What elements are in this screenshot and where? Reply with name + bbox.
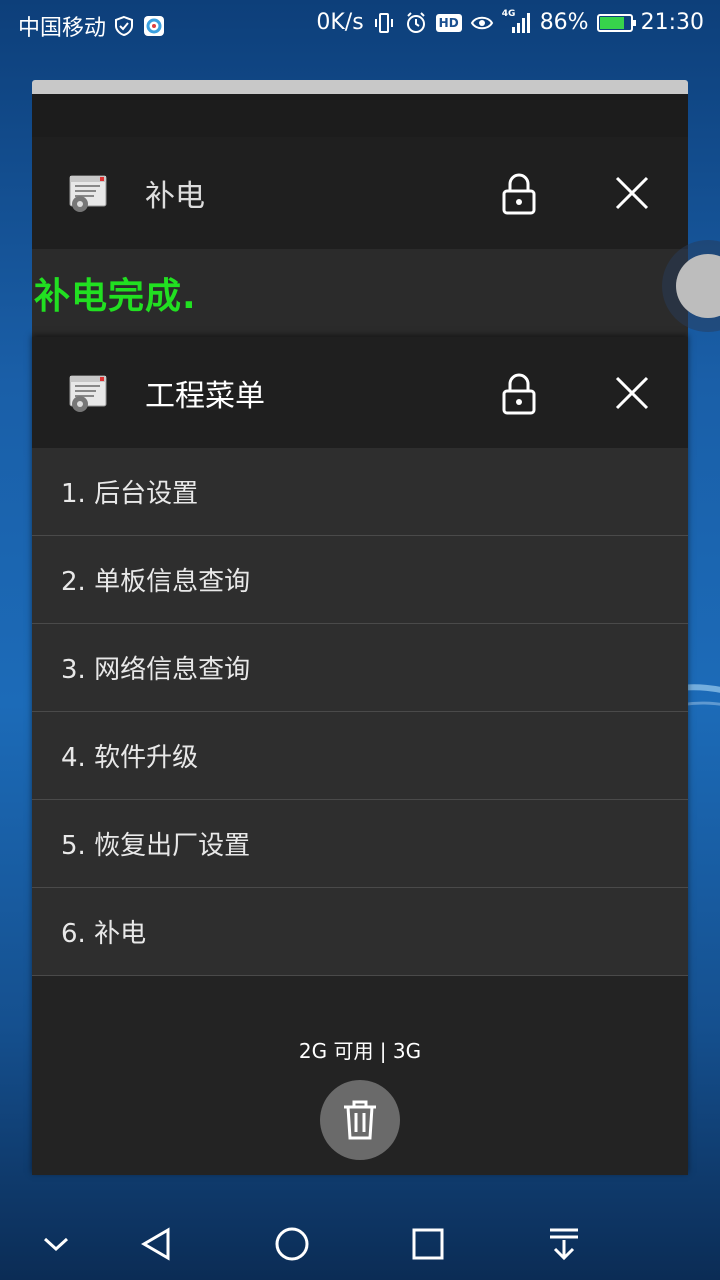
back-icon <box>141 1227 170 1261</box>
status-message: 补电完成. <box>34 276 197 317</box>
card-header: 工程菜单 <box>32 337 688 448</box>
menu-item-software-upgrade[interactable]: 4. 软件升级 <box>32 712 688 800</box>
card-title: 补电 <box>145 179 205 214</box>
menu-item-recharge[interactable]: 6. 补电 <box>32 888 688 976</box>
engineering-menu-list: 1. 后台设置 2. 单板信息查询 3. 网络信息查询 4. 软件升级 5. 恢… <box>32 448 688 976</box>
menu-item-background-settings[interactable]: 1. 后台设置 <box>32 448 688 536</box>
menu-item-board-info[interactable]: 2. 单板信息查询 <box>32 536 688 624</box>
home-icon <box>275 1227 309 1261</box>
pull-down-notification-icon <box>550 1228 578 1261</box>
card-header: 补电 <box>32 137 688 249</box>
battery-fill <box>599 16 624 29</box>
clock: 21:30 <box>640 10 704 35</box>
recent-app-card[interactable]: 补电 补电完成. <box>32 137 688 357</box>
recent-card-background[interactable] <box>32 80 688 140</box>
recent-card-background-header <box>32 94 688 140</box>
recent-app-card[interactable]: 工程菜单 1. 后台设置 2. 单板信息查询 3. 网络信息查询 4. 软件升级… <box>32 337 688 1175</box>
app-icon <box>69 175 107 212</box>
clear-all-button[interactable] <box>320 1080 400 1160</box>
hide-navbar-button[interactable] <box>36 1224 76 1264</box>
close-icon[interactable] <box>612 173 652 213</box>
eye-comfort-icon <box>470 16 493 29</box>
memory-info: 2G 可用 | 3G <box>298 1039 422 1063</box>
hd-icon: HD <box>435 13 462 32</box>
trash-icon <box>344 1100 376 1140</box>
status-bar: 中国移动 0K/s HD 4G 86% 21:30 <box>0 0 720 50</box>
notification-shade-button[interactable] <box>544 1224 584 1264</box>
lock-icon[interactable] <box>499 371 539 415</box>
shield-icon <box>115 15 134 37</box>
menu-item-network-info[interactable]: 3. 网络信息查询 <box>32 624 688 712</box>
app-notification-icon <box>144 16 165 36</box>
lock-icon[interactable] <box>499 171 539 215</box>
battery-percent: 86% <box>539 10 589 35</box>
net-speed: 0K/s <box>316 10 364 35</box>
alarm-icon <box>406 11 425 33</box>
battery-icon <box>596 13 636 32</box>
card-title: 工程菜单 <box>145 378 265 414</box>
signal-icon: 4G <box>502 9 532 35</box>
navigation-bar <box>0 1208 720 1280</box>
close-icon[interactable] <box>612 373 652 413</box>
home-button[interactable] <box>272 1224 312 1264</box>
recents-icon <box>412 1228 444 1260</box>
carrier-name: 中国移动 <box>18 16 107 41</box>
back-button[interactable] <box>136 1224 176 1264</box>
menu-item-factory-reset[interactable]: 5. 恢复出厂设置 <box>32 800 688 888</box>
app-icon <box>69 375 107 412</box>
vibrate-icon <box>374 12 393 33</box>
chevron-down-icon <box>43 1237 69 1252</box>
recents-button[interactable] <box>408 1224 448 1264</box>
